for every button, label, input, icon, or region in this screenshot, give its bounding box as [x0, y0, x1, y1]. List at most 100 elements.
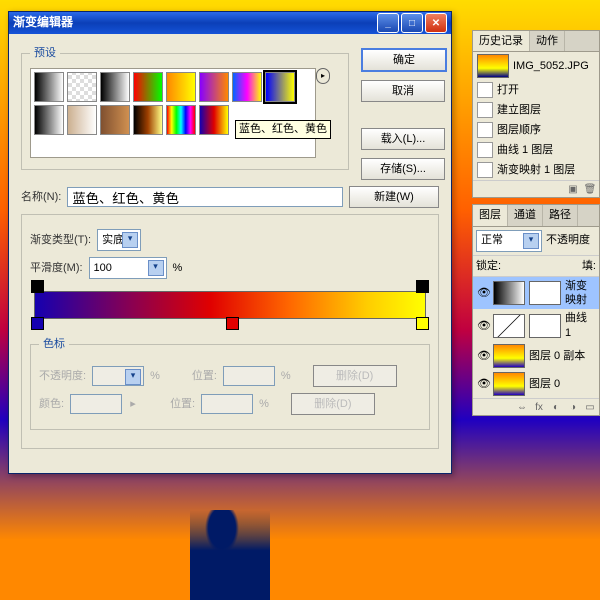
background-figure	[190, 510, 270, 600]
preset-swatch[interactable]	[100, 105, 130, 135]
history-item[interactable]: 曲线 1 图层	[473, 140, 599, 160]
layer-thumb-icon	[493, 281, 525, 305]
folder-icon[interactable]: ▭	[583, 401, 597, 413]
gradient-type-label: 渐变类型(T):	[30, 233, 91, 247]
load-button[interactable]: 载入(L)...	[361, 128, 445, 150]
preset-swatch[interactable]	[67, 105, 97, 135]
history-snapshot[interactable]: IMG_5052.JPG	[473, 52, 599, 80]
preset-swatch[interactable]	[232, 72, 262, 102]
preset-swatch[interactable]	[133, 105, 163, 135]
smoothness-input[interactable]: 100	[89, 257, 167, 279]
adjustment-icon[interactable]: ◑	[566, 401, 580, 413]
layer-thumb-icon	[493, 372, 525, 396]
stops-legend: 色标	[39, 337, 69, 351]
color-swatch-input	[70, 394, 122, 414]
opacity-stop-left[interactable]	[31, 280, 44, 293]
link-icon[interactable]: ⇔	[515, 401, 529, 413]
gradient-bar[interactable]	[34, 291, 426, 319]
mask-icon[interactable]: ◐	[549, 401, 563, 413]
fill-label: 填:	[582, 259, 596, 273]
preset-swatch[interactable]	[67, 72, 97, 102]
history-step-icon	[477, 102, 493, 118]
history-item[interactable]: 打开	[473, 80, 599, 100]
opacity-stop-label: 不透明度:	[39, 369, 86, 383]
lock-label: 锁定:	[476, 259, 501, 273]
save-button[interactable]: 存储(S)...	[361, 158, 445, 180]
ok-button[interactable]: 确定	[361, 48, 447, 72]
smoothness-label: 平滑度(M):	[30, 261, 83, 275]
flyout-icon[interactable]: ▸	[316, 68, 330, 84]
tab-history[interactable]: 历史记录	[473, 31, 530, 51]
cancel-button[interactable]: 取消	[361, 80, 445, 102]
layer-name: 图层 0 副本	[529, 349, 585, 363]
opacity-pos-label: 位置:	[192, 369, 217, 383]
preset-swatch[interactable]	[34, 105, 64, 135]
history-step-icon	[477, 82, 493, 98]
trash-icon[interactable]: 🗑	[583, 183, 597, 195]
opacity-label: 不透明度	[546, 233, 590, 247]
name-label: 名称(N):	[21, 190, 61, 204]
opacity-stop-input	[92, 366, 144, 386]
layer-name: 曲线 1	[565, 311, 595, 340]
preset-swatch[interactable]	[166, 72, 196, 102]
preset-swatch[interactable]	[34, 72, 64, 102]
tab-paths[interactable]: 路径	[543, 205, 578, 225]
layer-row[interactable]: 👁 图层 0 副本	[473, 342, 599, 370]
preset-swatch[interactable]	[100, 72, 130, 102]
gradient-settings-fieldset: 渐变类型(T): 实底 平滑度(M): 100 % 色标 不透明度: %	[21, 214, 439, 449]
visibility-icon[interactable]: 👁	[477, 319, 489, 333]
history-item[interactable]: 图层顺序	[473, 120, 599, 140]
layer-thumb-icon	[493, 314, 525, 338]
delete-opacity-button: 删除(D)	[313, 365, 397, 387]
color-stop-yellow[interactable]	[416, 317, 429, 330]
preset-swatch[interactable]	[133, 72, 163, 102]
history-step-icon	[477, 162, 493, 178]
stops-fieldset: 色标 不透明度: % 位置: % 删除(D) 颜色: ▸ 位置: %	[30, 337, 430, 430]
snapshot-thumb-icon	[477, 54, 509, 78]
history-item[interactable]: 建立图层	[473, 100, 599, 120]
tab-actions[interactable]: 动作	[530, 31, 565, 51]
presets-legend: 预设	[30, 46, 60, 60]
new-snapshot-icon[interactable]: ▣	[566, 183, 580, 195]
gradient-type-select[interactable]: 实底	[97, 229, 141, 251]
preset-swatch[interactable]	[166, 105, 196, 135]
tab-channels[interactable]: 通道	[508, 205, 543, 225]
tab-layers[interactable]: 图层	[473, 205, 508, 225]
layer-thumb-icon	[493, 344, 525, 368]
new-button[interactable]: 新建(W)	[349, 186, 439, 208]
preset-swatch[interactable]	[199, 105, 229, 135]
layer-row[interactable]: 👁渐变映射	[473, 277, 599, 310]
history-panel: 历史记录 动作 IMG_5052.JPG 打开建立图层图层顺序曲线 1 图层渐变…	[472, 30, 600, 198]
close-button[interactable]: ✕	[425, 13, 447, 33]
maximize-button[interactable]: □	[401, 13, 423, 33]
visibility-icon[interactable]: 👁	[477, 377, 489, 391]
history-step-icon	[477, 122, 493, 138]
color-pos-label: 位置:	[170, 397, 195, 411]
color-stop-red[interactable]	[226, 317, 239, 330]
name-input[interactable]	[67, 187, 343, 207]
layer-name: 图层 0	[529, 377, 560, 391]
layer-row[interactable]: 👁 曲线 1	[473, 309, 599, 342]
preset-swatch[interactable]	[199, 72, 229, 102]
percent-label: %	[173, 261, 183, 275]
color-stop-label: 颜色:	[39, 397, 64, 411]
opacity-stop-right[interactable]	[416, 280, 429, 293]
history-item[interactable]: 渐变映射 1 图层	[473, 160, 599, 180]
visibility-icon[interactable]: 👁	[477, 286, 489, 300]
dialog-title: 渐变编辑器	[13, 15, 73, 31]
opacity-pos-input	[223, 366, 275, 386]
swatch-tooltip: 蓝色、红色、黄色	[235, 120, 316, 138]
fx-icon[interactable]: fx	[532, 401, 546, 413]
preset-swatches[interactable]: 蓝色、红色、黄色	[30, 68, 316, 158]
layers-panel: 图层 通道 路径 正常 不透明度 锁定: 填: 👁渐变映射👁曲线 1👁图层 0 …	[472, 204, 600, 416]
history-step-icon	[477, 142, 493, 158]
minimize-button[interactable]: _	[377, 13, 399, 33]
presets-fieldset: 预设 蓝色、红色、黄色 ▸	[21, 46, 349, 170]
gradient-editor-dialog: 渐变编辑器 _ □ ✕ 预设 蓝色、红色、黄色 ▸ 确定 取消 载入(L)...	[8, 11, 452, 474]
visibility-icon[interactable]: 👁	[477, 349, 489, 363]
layer-row[interactable]: 👁 图层 0	[473, 370, 599, 398]
color-stop-blue[interactable]	[31, 317, 44, 330]
dialog-titlebar[interactable]: 渐变编辑器 _ □ ✕	[9, 12, 451, 34]
preset-swatch[interactable]	[265, 72, 295, 102]
blend-mode-select[interactable]: 正常	[476, 230, 542, 252]
